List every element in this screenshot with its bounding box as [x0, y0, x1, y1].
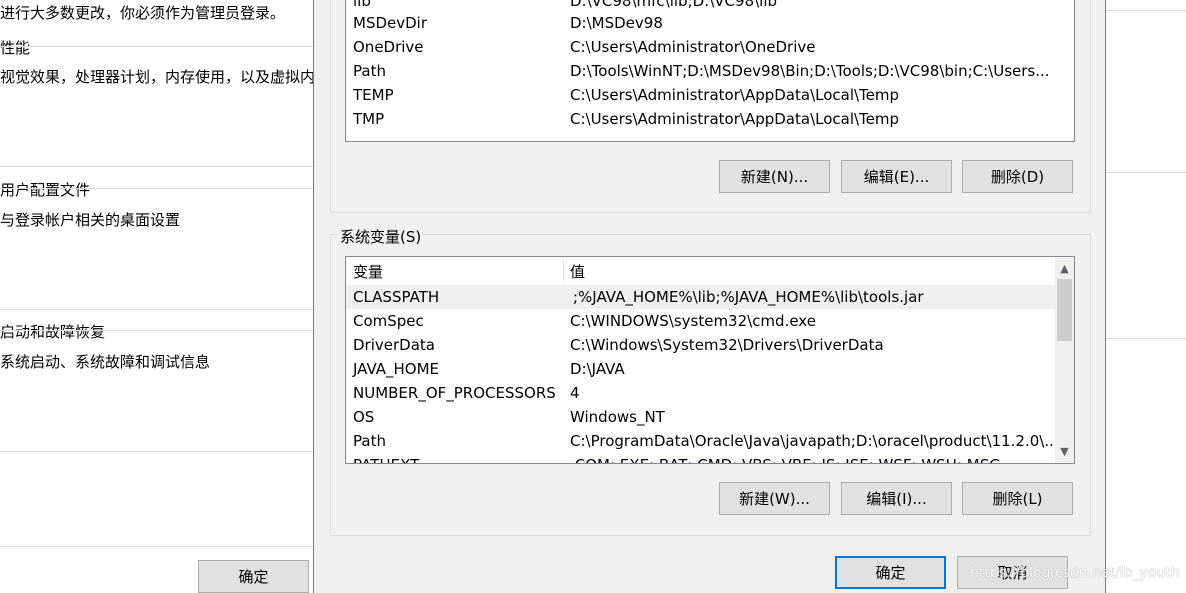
scroll-up-arrow-icon[interactable]: ▲ — [1055, 259, 1074, 278]
user-edit-button[interactable]: 编辑(E)... — [841, 160, 952, 193]
divider — [0, 166, 313, 167]
column-divider[interactable] — [563, 259, 564, 281]
scroll-thumb[interactable] — [1057, 279, 1072, 341]
list-item[interactable]: MSDevDir D:\MSDev98 — [346, 11, 1074, 35]
divider — [0, 546, 313, 547]
variable-name: OneDrive — [353, 38, 424, 56]
list-header: 变量 值 — [346, 257, 1074, 283]
divider — [1106, 10, 1186, 11]
list-item[interactable]: NUMBER_OF_PROCESSORS 4 — [346, 381, 1074, 405]
list-item[interactable]: ComSpec C:\WINDOWS\system32\cmd.exe — [346, 309, 1074, 333]
divider — [0, 188, 313, 189]
list-item[interactable]: OS Windows_NT — [346, 405, 1074, 429]
background-window-right — [1106, 0, 1186, 593]
environment-variables-dialog: lib D:\VC98\mfc\lib;D:\VC98\lib MSDevDir… — [313, 0, 1106, 593]
variable-name: Path — [353, 62, 386, 80]
variable-value: C:\WINDOWS\system32\cmd.exe — [570, 312, 816, 330]
list-item[interactable]: Path D:\Tools\WinNT;D:\MSDev98\Bin;D:\To… — [346, 59, 1074, 83]
performance-title: 性能 — [0, 39, 31, 57]
user-new-button[interactable]: 新建(N)... — [719, 160, 830, 193]
list-item[interactable]: TMP C:\Users\Administrator\AppData\Local… — [346, 107, 1074, 131]
vertical-scrollbar[interactable]: ▲ ▼ — [1055, 257, 1074, 463]
variable-name: PATHEXT — [353, 456, 419, 463]
variable-name: JAVA_HOME — [353, 360, 440, 378]
variable-value: D:\Tools\WinNT;D:\MSDev98\Bin;D:\Tools;D… — [570, 62, 1050, 80]
variable-value: ;%JAVA_HOME%\lib;%JAVA_HOME%\lib\tools.j… — [573, 288, 924, 306]
list-item[interactable]: OneDrive C:\Users\Administrator\OneDrive — [346, 35, 1074, 59]
divider — [0, 451, 313, 452]
scroll-down-arrow-icon[interactable]: ▼ — [1055, 442, 1074, 461]
variable-name: lib — [353, 0, 371, 10]
system-new-button[interactable]: 新建(W)... — [719, 482, 830, 515]
variable-value: C:\Users\Administrator\AppData\Local\Tem… — [570, 110, 900, 128]
divider — [0, 330, 313, 331]
admin-notice: 进行大多数更改，你必须作为管理员登录。 — [0, 4, 286, 22]
ok-button[interactable]: 确定 — [835, 556, 946, 589]
user-delete-button[interactable]: 删除(D) — [962, 160, 1073, 193]
column-header-variable[interactable]: 变量 — [353, 261, 383, 282]
profile-title: 用户配置文件 — [0, 181, 91, 199]
user-variables-list[interactable]: lib D:\VC98\mfc\lib;D:\VC98\lib MSDevDir… — [345, 0, 1075, 142]
variable-name: TMP — [353, 110, 385, 128]
variable-value: D:\VC98\mfc\lib;D:\VC98\lib — [570, 0, 778, 10]
system-delete-button[interactable]: 删除(L) — [962, 482, 1073, 515]
divider — [1106, 338, 1186, 339]
variable-name: OS — [353, 408, 375, 426]
variable-value: D:\JAVA — [570, 360, 625, 378]
variable-value: C:\Users\Administrator\OneDrive — [570, 38, 816, 56]
variable-name: NUMBER_OF_PROCESSORS — [353, 384, 556, 402]
variable-value: .COM;.EXE;.BAT;.CMD;.VBS;.VBE;.JS;.JSE;.… — [570, 456, 1000, 463]
variable-name: DriverData — [353, 336, 435, 354]
list-item[interactable]: DriverData C:\Windows\System32\Drivers\D… — [346, 333, 1074, 357]
variable-name: Path — [353, 432, 386, 450]
list-item[interactable]: TEMP C:\Users\Administrator\AppData\Loca… — [346, 83, 1074, 107]
startup-title: 启动和故障恢复 — [0, 323, 106, 341]
startup-desc: 系统启动、系统故障和调试信息 — [0, 353, 211, 371]
variable-value: C:\ProgramData\Oracle\Java\javapath;D:\o… — [570, 432, 1059, 450]
list-item[interactable]: JAVA_HOME D:\JAVA — [346, 357, 1074, 381]
divider — [1106, 172, 1186, 173]
variable-value: C:\Windows\System32\Drivers\DriverData — [570, 336, 884, 354]
variable-value: C:\Users\Administrator\AppData\Local\Tem… — [570, 86, 900, 104]
column-header-value[interactable]: 值 — [570, 261, 585, 282]
variable-name: CLASSPATH — [353, 288, 440, 306]
list-item[interactable]: CLASSPATH ;%JAVA_HOME%\lib;%JAVA_HOME%\l… — [346, 285, 1057, 309]
list-item[interactable]: PATHEXT .COM;.EXE;.BAT;.CMD;.VBS;.VBE;.J… — [346, 453, 1074, 463]
list-item[interactable]: Path C:\ProgramData\Oracle\Java\javapath… — [346, 429, 1074, 453]
variable-name: TEMP — [353, 86, 394, 104]
system-properties-window: 进行大多数更改，你必须作为管理员登录。 性能 视觉效果，处理器计划，内存使用，以… — [0, 0, 330, 593]
watermark: https://blog.csdn.net/lb_youth — [970, 565, 1180, 581]
divider — [0, 46, 313, 47]
system-edit-button[interactable]: 编辑(I)... — [841, 482, 952, 515]
background-ok-button[interactable]: 确定 — [198, 560, 309, 593]
system-variables-label: 系统变量(S) — [338, 226, 424, 247]
variable-name: ComSpec — [353, 312, 424, 330]
divider — [0, 309, 313, 310]
variable-value: D:\MSDev98 — [570, 14, 663, 32]
variable-name: MSDevDir — [353, 14, 428, 32]
variable-value: 4 — [570, 384, 580, 402]
profile-desc: 与登录帐户相关的桌面设置 — [0, 211, 181, 229]
performance-desc: 视觉效果，处理器计划，内存使用，以及虚拟内存 — [0, 68, 331, 86]
system-variables-list[interactable]: 变量 值 CLASSPATH ;%JAVA_HOME%\lib;%JAVA_HO… — [345, 256, 1075, 464]
variable-value: Windows_NT — [570, 408, 665, 426]
